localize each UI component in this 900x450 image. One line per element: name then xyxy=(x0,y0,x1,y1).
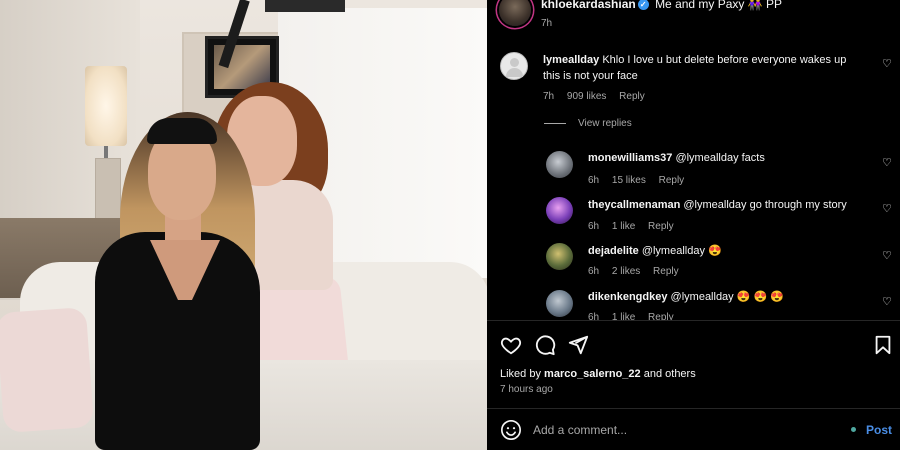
post-sidebar: khloekardashian ✓ Me and my Paxy 👭 PP 7h … xyxy=(487,0,900,450)
reply-avatar[interactable] xyxy=(546,290,573,317)
paper-plane-icon[interactable] xyxy=(567,334,589,356)
liked-by-text: Liked by marco_salerno_22 and others xyxy=(500,368,696,380)
liked-by-username[interactable]: marco_salerno_22 xyxy=(544,368,641,380)
liked-by-suffix[interactable]: and others xyxy=(644,368,696,380)
reply-likes[interactable]: 1 like xyxy=(612,312,635,320)
photo-pillow-left xyxy=(0,307,95,433)
add-comment-bar: Post xyxy=(487,408,900,450)
heart-outline-icon[interactable] xyxy=(500,334,522,356)
reply-text: @lymeallday 😍 😍 😍 xyxy=(670,291,784,303)
status-dot xyxy=(851,427,856,432)
photo-lamp-shade xyxy=(85,66,127,146)
post-timestamp: 7 hours ago xyxy=(500,384,553,395)
photo-boom-arm xyxy=(265,0,345,12)
bookmark-icon[interactable] xyxy=(872,334,894,356)
comment-bubble-icon[interactable] xyxy=(534,334,556,356)
post-photo[interactable] xyxy=(0,0,487,450)
reply-username[interactable]: dikenkengdkey xyxy=(588,291,667,303)
reply-time: 6h xyxy=(588,312,600,320)
heart-outline-icon[interactable]: ♡ xyxy=(882,296,894,308)
photo-person-front-headband xyxy=(147,118,217,144)
smiley-icon[interactable] xyxy=(500,419,522,441)
liked-by-prefix: Liked by xyxy=(500,368,541,380)
post-comment-button[interactable]: Post xyxy=(866,423,892,437)
reply-item: dikenkengdkey @lymeallday 😍 😍 😍 6h 1 lik… xyxy=(487,0,900,320)
add-comment-input[interactable] xyxy=(533,420,833,440)
reply-meta: 6h 1 like Reply xyxy=(588,312,684,320)
reply-body: dikenkengdkey @lymeallday 😍 😍 😍 xyxy=(588,289,858,305)
post-actions: Liked by marco_salerno_22 and others 7 h… xyxy=(487,320,900,410)
reply-button[interactable]: Reply xyxy=(648,312,674,320)
